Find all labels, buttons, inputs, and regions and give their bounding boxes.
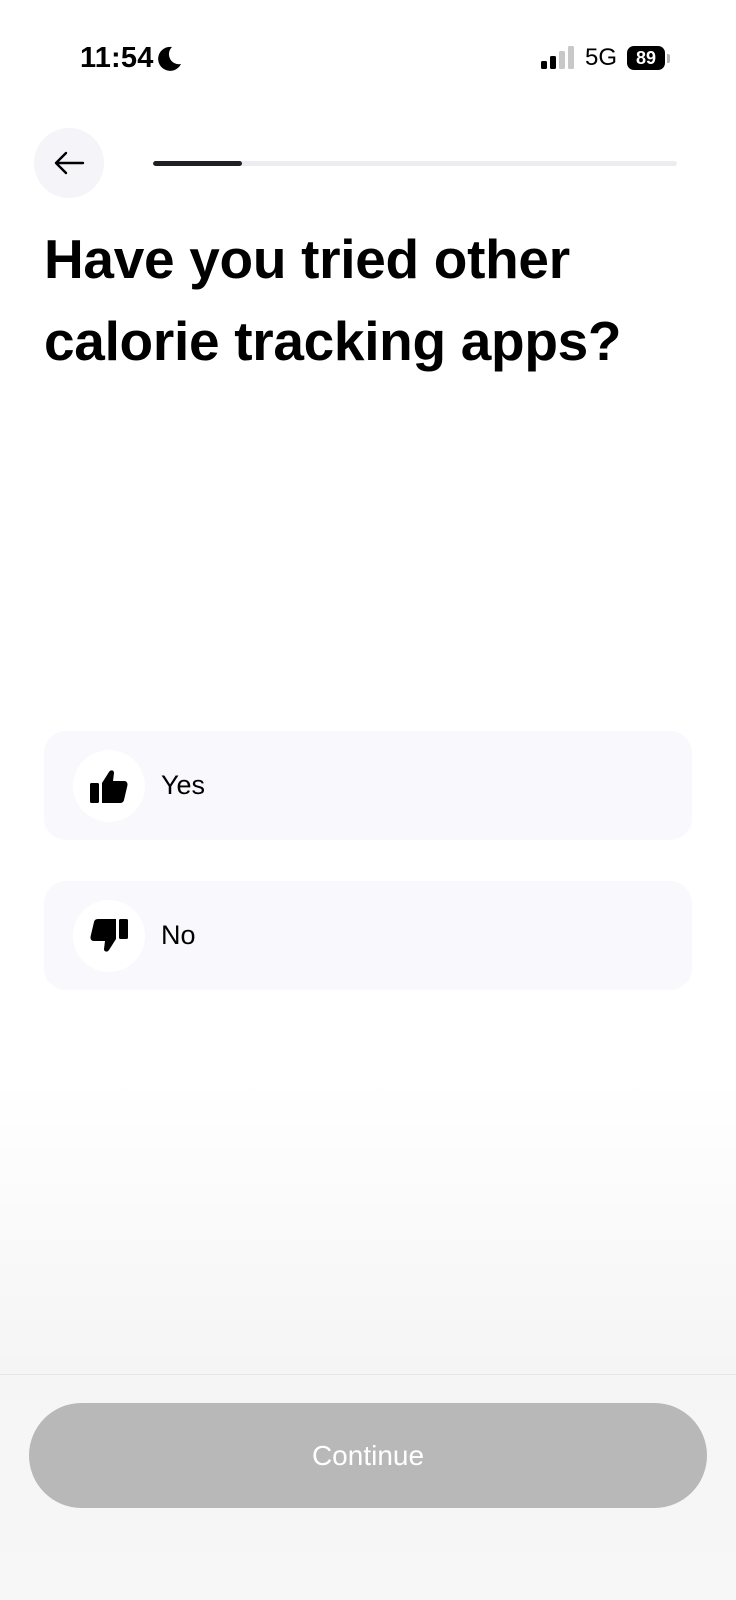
- moon-icon: [157, 46, 182, 72]
- battery-tip: [667, 53, 670, 63]
- status-bar-time: 11:54: [80, 42, 182, 75]
- status-bar-right: 5G 89: [540, 44, 670, 72]
- battery-icon: 89: [627, 46, 670, 70]
- thumbs-down-icon: [90, 918, 128, 952]
- option-icon-container: [73, 749, 145, 822]
- option-yes[interactable]: Yes: [44, 731, 692, 840]
- option-label: No: [161, 920, 196, 950]
- bottom-divider: [0, 1374, 736, 1375]
- battery-level: 89: [627, 46, 665, 70]
- option-label: Yes: [161, 770, 206, 800]
- back-button[interactable]: [34, 128, 104, 198]
- status-time-text: 11:54: [80, 42, 154, 74]
- continue-button[interactable]: Continue: [29, 1403, 707, 1508]
- progress-bar: [153, 161, 677, 166]
- arrow-left-icon: [54, 151, 85, 175]
- progress-fill: [153, 161, 243, 166]
- thumbs-up-icon: [90, 769, 128, 803]
- option-icon-container: [73, 899, 145, 972]
- page-title: Have you tried other calorie tracking ap…: [44, 228, 622, 372]
- network-type: 5G: [584, 44, 617, 71]
- option-no[interactable]: No: [44, 881, 692, 990]
- bottom-fade-background: [0, 1080, 736, 1600]
- signal-icon: [540, 46, 575, 70]
